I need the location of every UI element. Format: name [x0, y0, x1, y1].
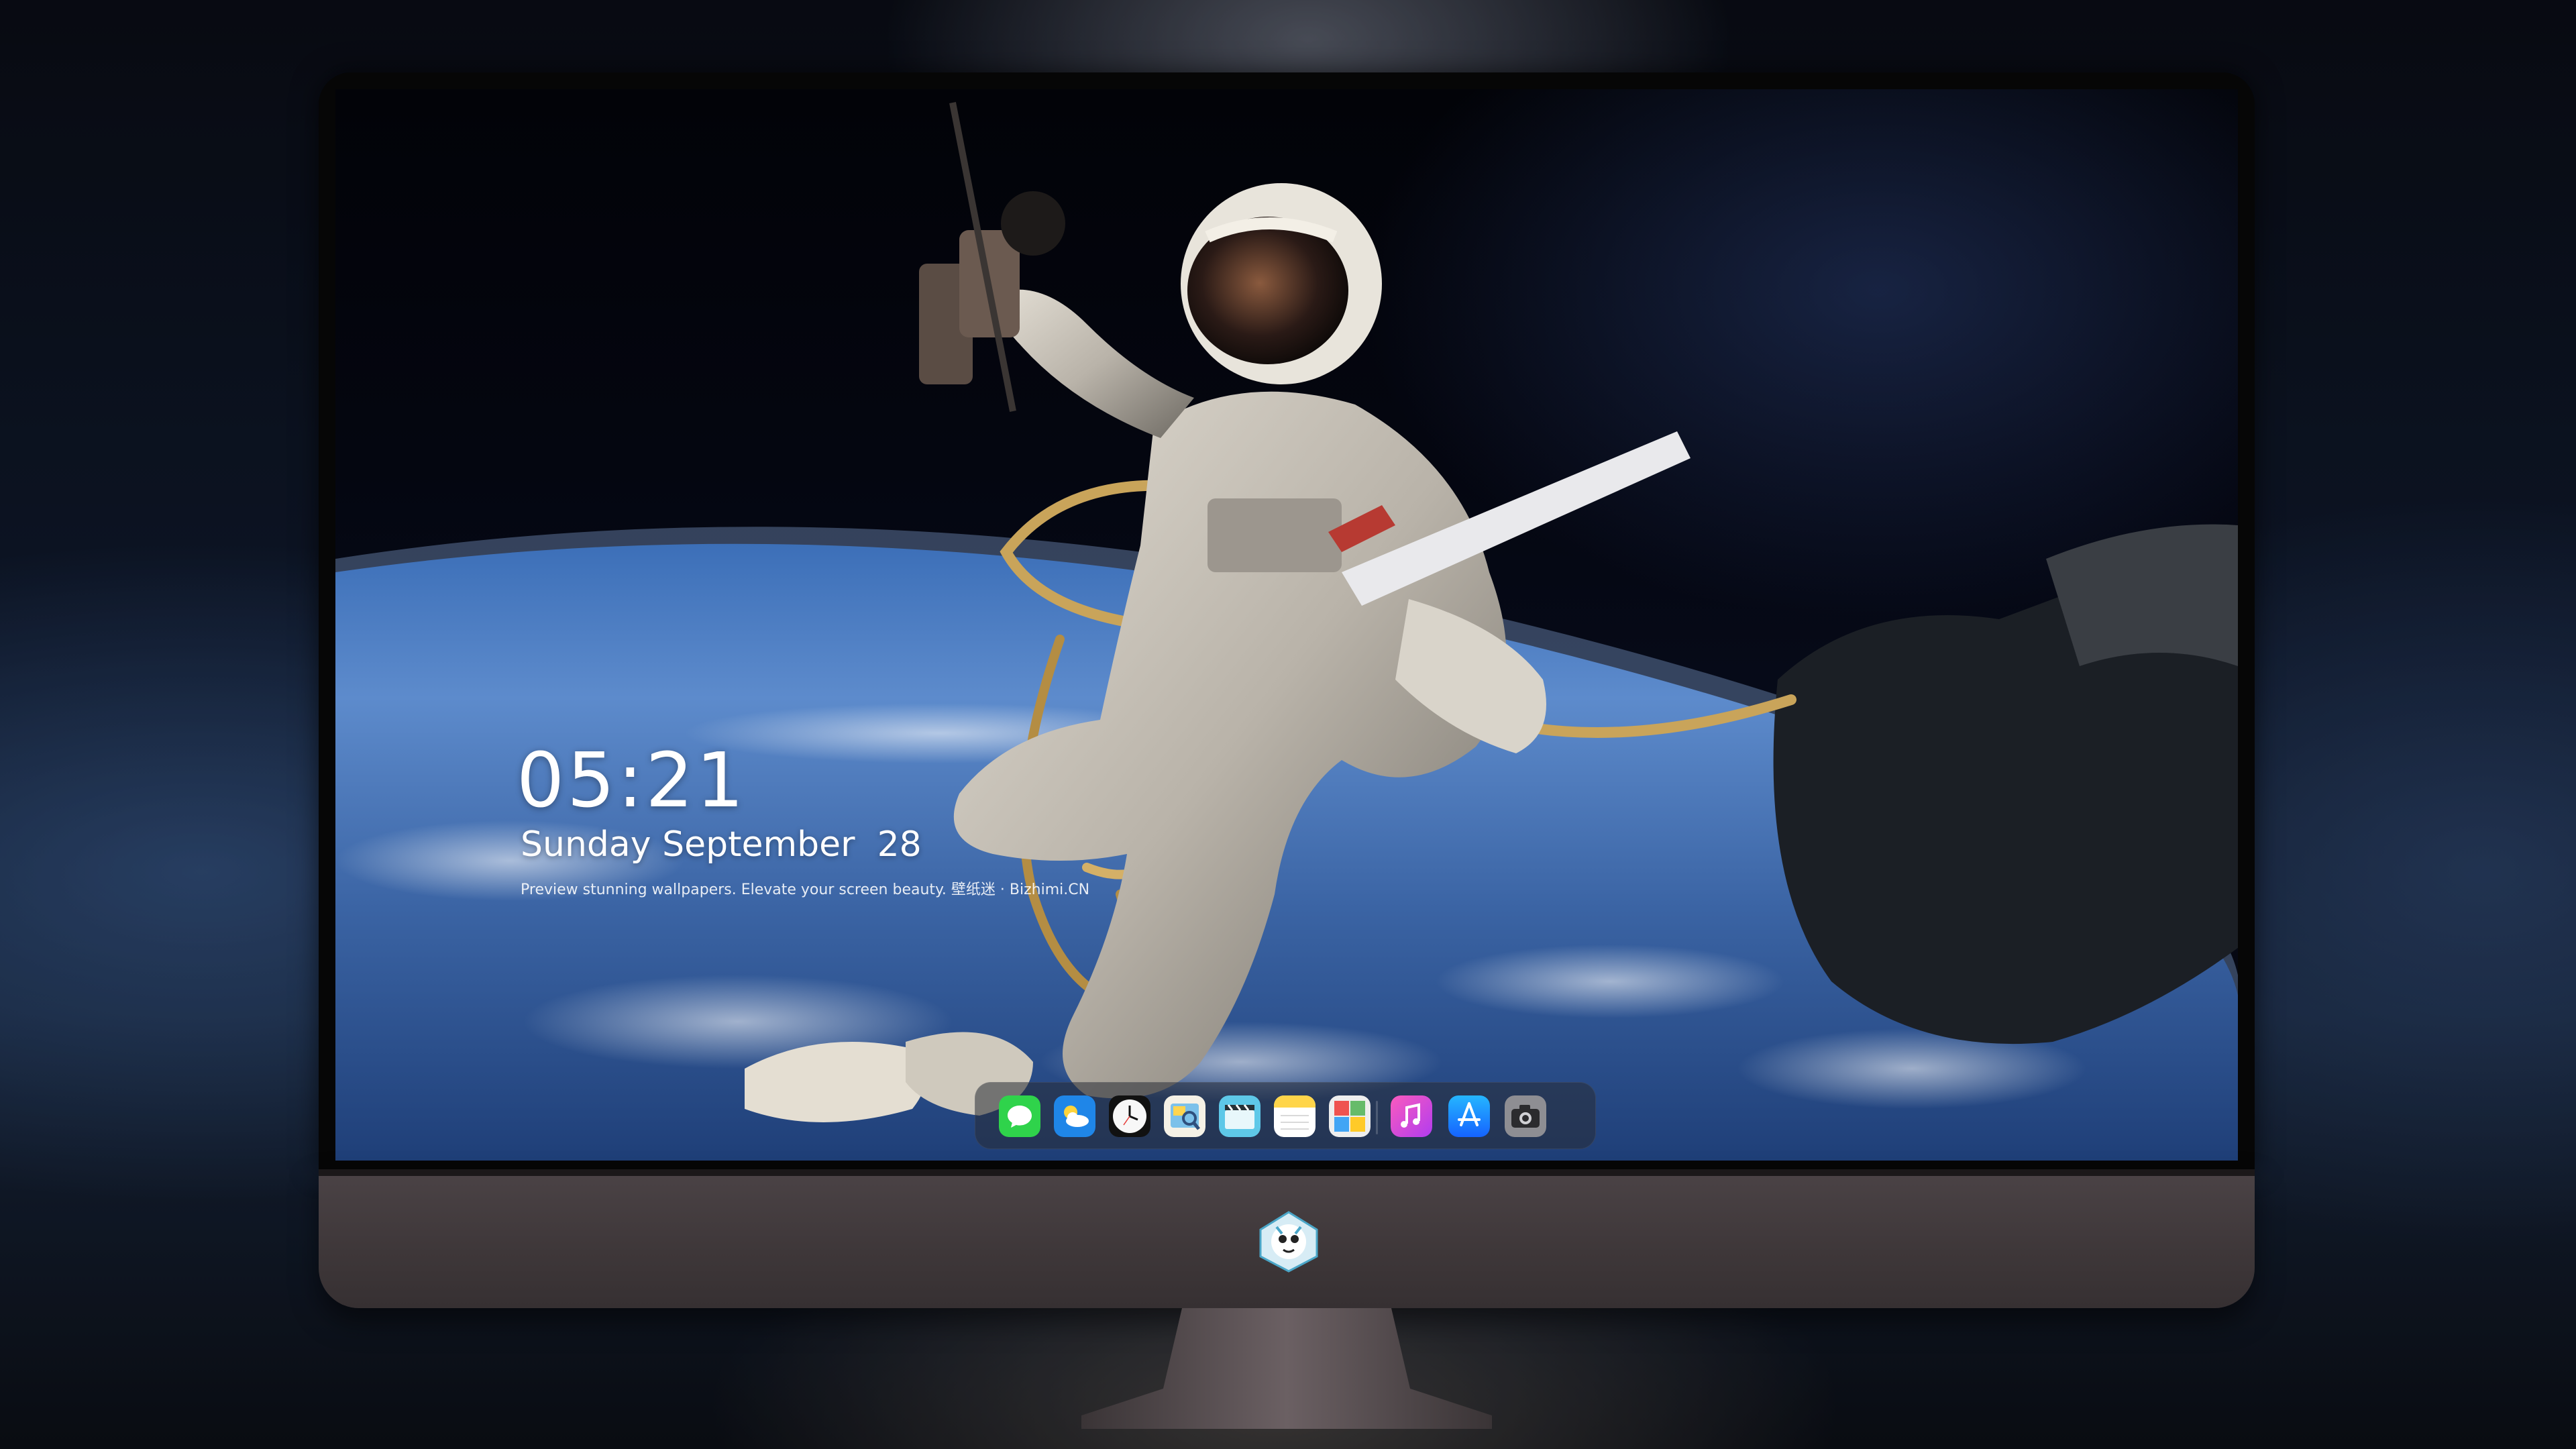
- music-icon[interactable]: [1391, 1095, 1432, 1137]
- preview-icon[interactable]: [1164, 1095, 1205, 1137]
- desktop-background: 05:21 Sunday September 28 Preview stunni…: [0, 0, 2576, 1449]
- monitor-bezel: 05:21 Sunday September 28 Preview stunni…: [319, 72, 2255, 1169]
- app-store-icon[interactable]: [1448, 1095, 1490, 1137]
- dock: [975, 1082, 1596, 1149]
- lock-screen-clock: 05:21: [517, 737, 747, 824]
- monitor-chin: [319, 1169, 2255, 1308]
- astronaut-wallpaper: [335, 102, 2238, 1161]
- lock-screen-tagline: Preview stunning wallpapers. Elevate you…: [521, 881, 1090, 898]
- monitor-screen: 05:21 Sunday September 28 Preview stunni…: [335, 89, 2238, 1161]
- lock-screen-date: Sunday September 28: [521, 824, 922, 865]
- clips-icon[interactable]: [1219, 1095, 1260, 1137]
- photo-booth-icon[interactable]: [1329, 1095, 1371, 1137]
- camera-icon[interactable]: [1505, 1095, 1546, 1137]
- mascot-logo-icon: [1256, 1210, 1321, 1274]
- chin-divider: [319, 1169, 2255, 1176]
- notes-icon[interactable]: [1274, 1095, 1316, 1137]
- weather-icon[interactable]: [1054, 1095, 1095, 1137]
- clock-icon[interactable]: [1109, 1095, 1150, 1137]
- monitor-stand: [1081, 1308, 1492, 1429]
- dock-separator: [1376, 1101, 1378, 1134]
- messages-icon[interactable]: [999, 1095, 1040, 1137]
- imac-monitor: 05:21 Sunday September 28 Preview stunni…: [319, 72, 2255, 1429]
